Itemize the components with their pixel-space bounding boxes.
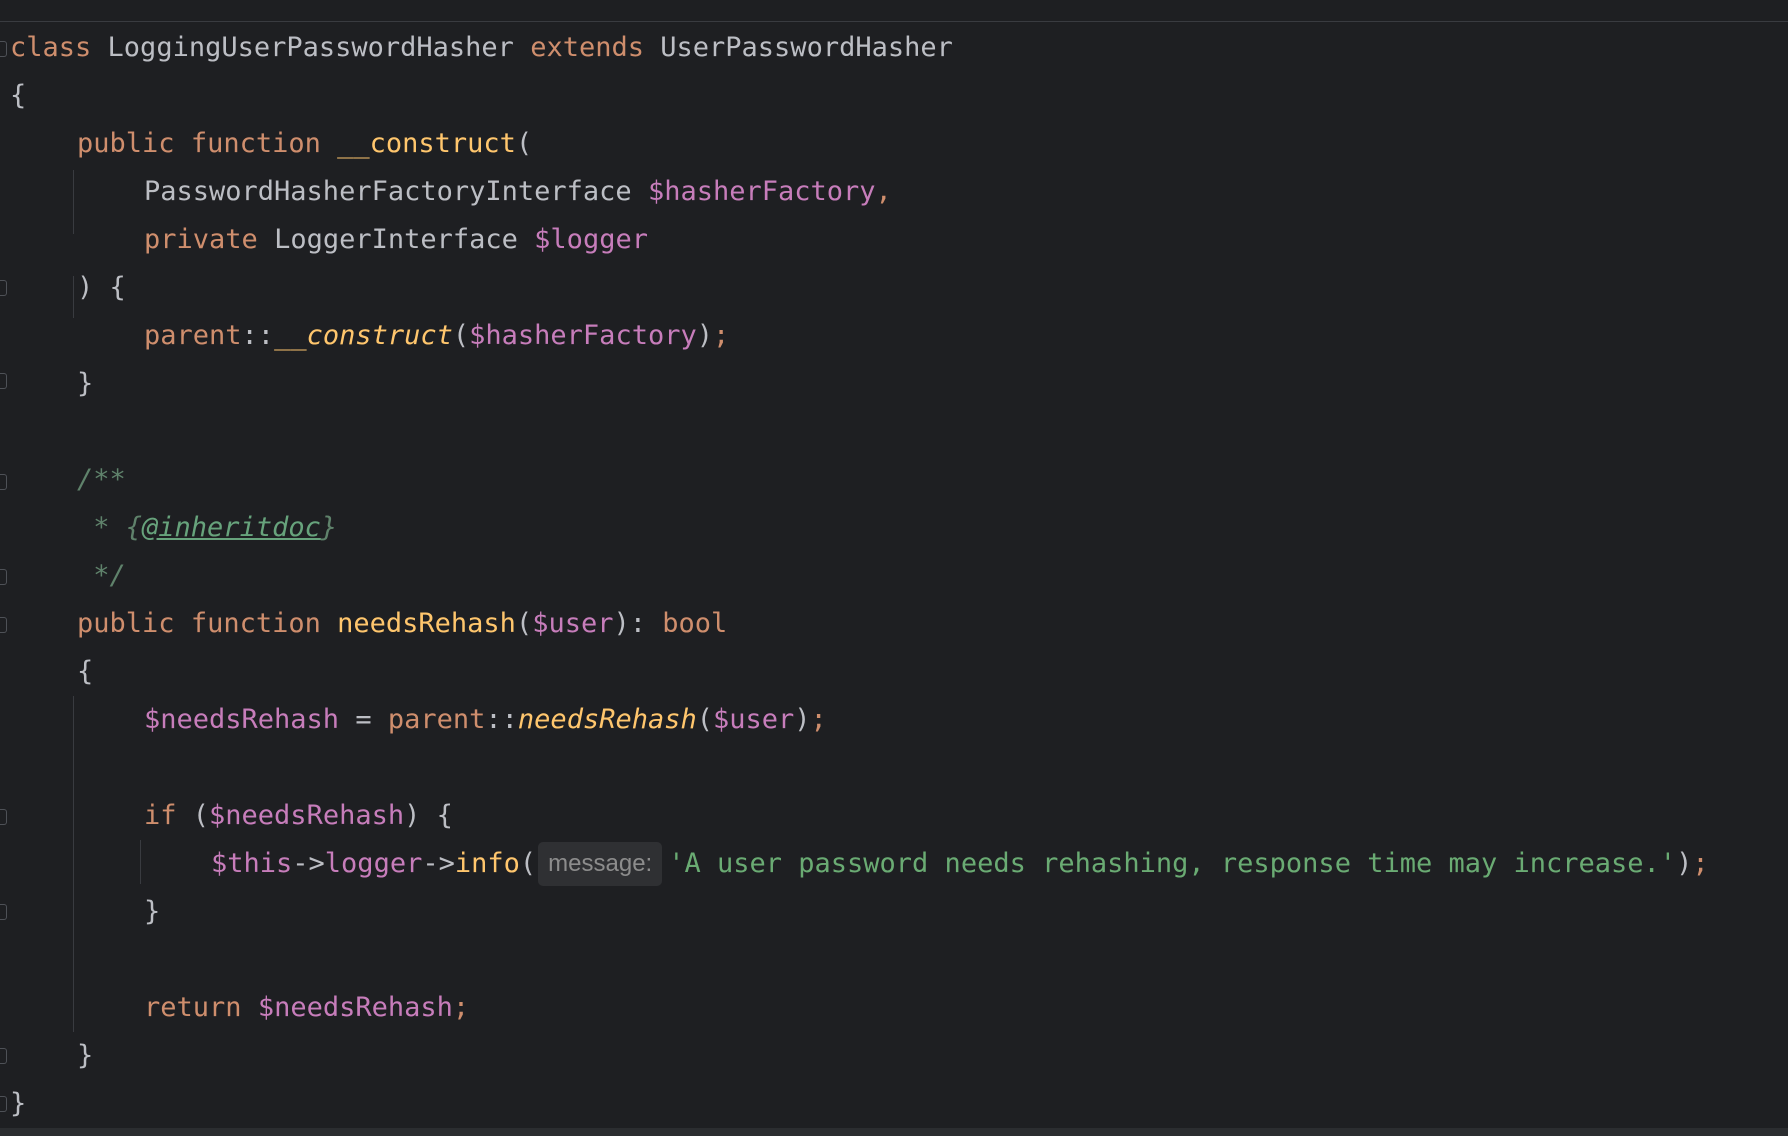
keyword-parent: parent — [387, 704, 486, 735]
variable: $logger — [534, 224, 648, 255]
function-name: needsRehash — [337, 608, 516, 639]
paren: ( — [176, 800, 210, 831]
paren: ( — [519, 848, 537, 879]
code-line-17[interactable]: if ($needsRehash) { — [144, 792, 453, 840]
arrow-operator: -> — [422, 848, 455, 879]
code-line-5[interactable]: private LoggerInterface $logger — [144, 216, 648, 264]
keyword-class: class — [10, 32, 92, 63]
variable-this: $this — [211, 848, 293, 879]
code-line-23[interactable]: } — [10, 1080, 26, 1128]
parent-class-name: UserPasswordHasher — [660, 32, 953, 63]
keyword-parent: parent — [144, 320, 242, 351]
code-line-14[interactable]: { — [77, 648, 93, 696]
code-line-7[interactable]: parent::__construct($hasherFactory); — [144, 312, 729, 360]
scope-separator: :: — [241, 320, 275, 351]
paren: ( — [515, 608, 533, 639]
paren: ) — [696, 320, 713, 351]
doc-comment: */ — [77, 560, 126, 591]
variable: $user — [713, 704, 795, 735]
brace: } — [77, 1040, 94, 1071]
variable: $needsRehash — [257, 992, 453, 1023]
keyword-if: if — [144, 800, 177, 831]
paren: ) — [794, 704, 811, 735]
type-name: PasswordHasherFactoryInterface — [144, 176, 632, 207]
code-line-8[interactable]: } — [77, 360, 93, 408]
keyword-function: function — [190, 608, 321, 639]
keyword-public: public — [77, 608, 175, 639]
paren-brace: ) { — [77, 272, 126, 303]
brace: { — [10, 80, 27, 111]
variable: $needsRehash — [209, 800, 405, 831]
comma: , — [875, 176, 892, 207]
keyword-function: function — [190, 128, 321, 159]
scope-separator: :: — [485, 704, 518, 735]
paren: ( — [452, 320, 470, 351]
brace: } — [144, 896, 161, 927]
paren-brace: ) { — [404, 800, 453, 831]
brace: } — [10, 1088, 27, 1119]
assign-operator: = — [339, 704, 388, 735]
code-line-4[interactable]: PasswordHasherFactoryInterface $hasherFa… — [144, 168, 892, 216]
class-name: LoggingUserPasswordHasher — [107, 32, 514, 63]
doc-tag-link[interactable]: @inheritdoc — [142, 512, 321, 543]
keyword-return: return — [144, 992, 242, 1023]
method-call: info — [454, 848, 520, 879]
keyword-extends: extends — [530, 32, 644, 63]
code-editor[interactable]: class LoggingUserPasswordHasher extends … — [0, 0, 1788, 1136]
brace: { — [77, 656, 94, 687]
doc-comment: /** — [77, 464, 126, 495]
function-name: __construct — [337, 128, 516, 159]
code-line-1[interactable]: class LoggingUserPasswordHasher extends … — [10, 24, 953, 72]
type-name: LoggerInterface — [274, 224, 518, 255]
semicolon: ; — [712, 320, 730, 351]
keyword-public: public — [77, 128, 175, 159]
return-type: bool — [662, 608, 728, 639]
code-line-3[interactable]: public function __construct( — [77, 120, 532, 168]
code-line-12[interactable]: */ — [77, 552, 126, 600]
variable: $needsRehash — [144, 704, 340, 735]
semicolon: ; — [452, 992, 470, 1023]
arrow-operator: -> — [292, 848, 325, 879]
semicolon: ; — [1692, 848, 1709, 879]
semicolon: ; — [810, 704, 827, 735]
paren: ( — [696, 704, 713, 735]
code-line-21[interactable]: return $needsRehash; — [144, 984, 469, 1032]
function-call: __construct — [274, 320, 453, 351]
code-line-11[interactable]: * {@inheritdoc} — [77, 504, 337, 552]
keyword-private: private — [144, 224, 258, 255]
code-line-13[interactable]: public function needsRehash($user): bool — [77, 600, 727, 648]
paren: ( — [515, 128, 533, 159]
doc-comment: } — [320, 512, 338, 543]
function-call: needsRehash — [517, 704, 697, 735]
code-area[interactable]: class LoggingUserPasswordHasher extends … — [0, 0, 1788, 1128]
editor-bottom-bar — [0, 1128, 1788, 1136]
doc-comment: * { — [77, 512, 143, 543]
parameter-hint: message: — [538, 842, 663, 886]
code-line-10[interactable]: /** — [77, 456, 126, 504]
code-line-18[interactable]: $this->logger->info(message: 'A user pass… — [211, 840, 1709, 888]
string-literal: 'A user password needs rehashing, respon… — [668, 848, 1677, 879]
property: logger — [324, 848, 423, 879]
code-line-22[interactable]: } — [77, 1032, 93, 1080]
variable: $hasherFactory — [469, 320, 697, 351]
paren: ): — [613, 608, 663, 639]
variable: $user — [532, 608, 614, 639]
paren: ) — [1676, 848, 1693, 879]
variable: $hasherFactory — [647, 176, 876, 207]
code-line-6[interactable]: ) { — [77, 264, 126, 312]
code-line-2[interactable]: { — [10, 72, 26, 120]
brace: } — [77, 368, 94, 399]
code-line-15[interactable]: $needsRehash = parent::needsRehash($user… — [144, 696, 827, 744]
code-line-19[interactable]: } — [144, 888, 160, 936]
